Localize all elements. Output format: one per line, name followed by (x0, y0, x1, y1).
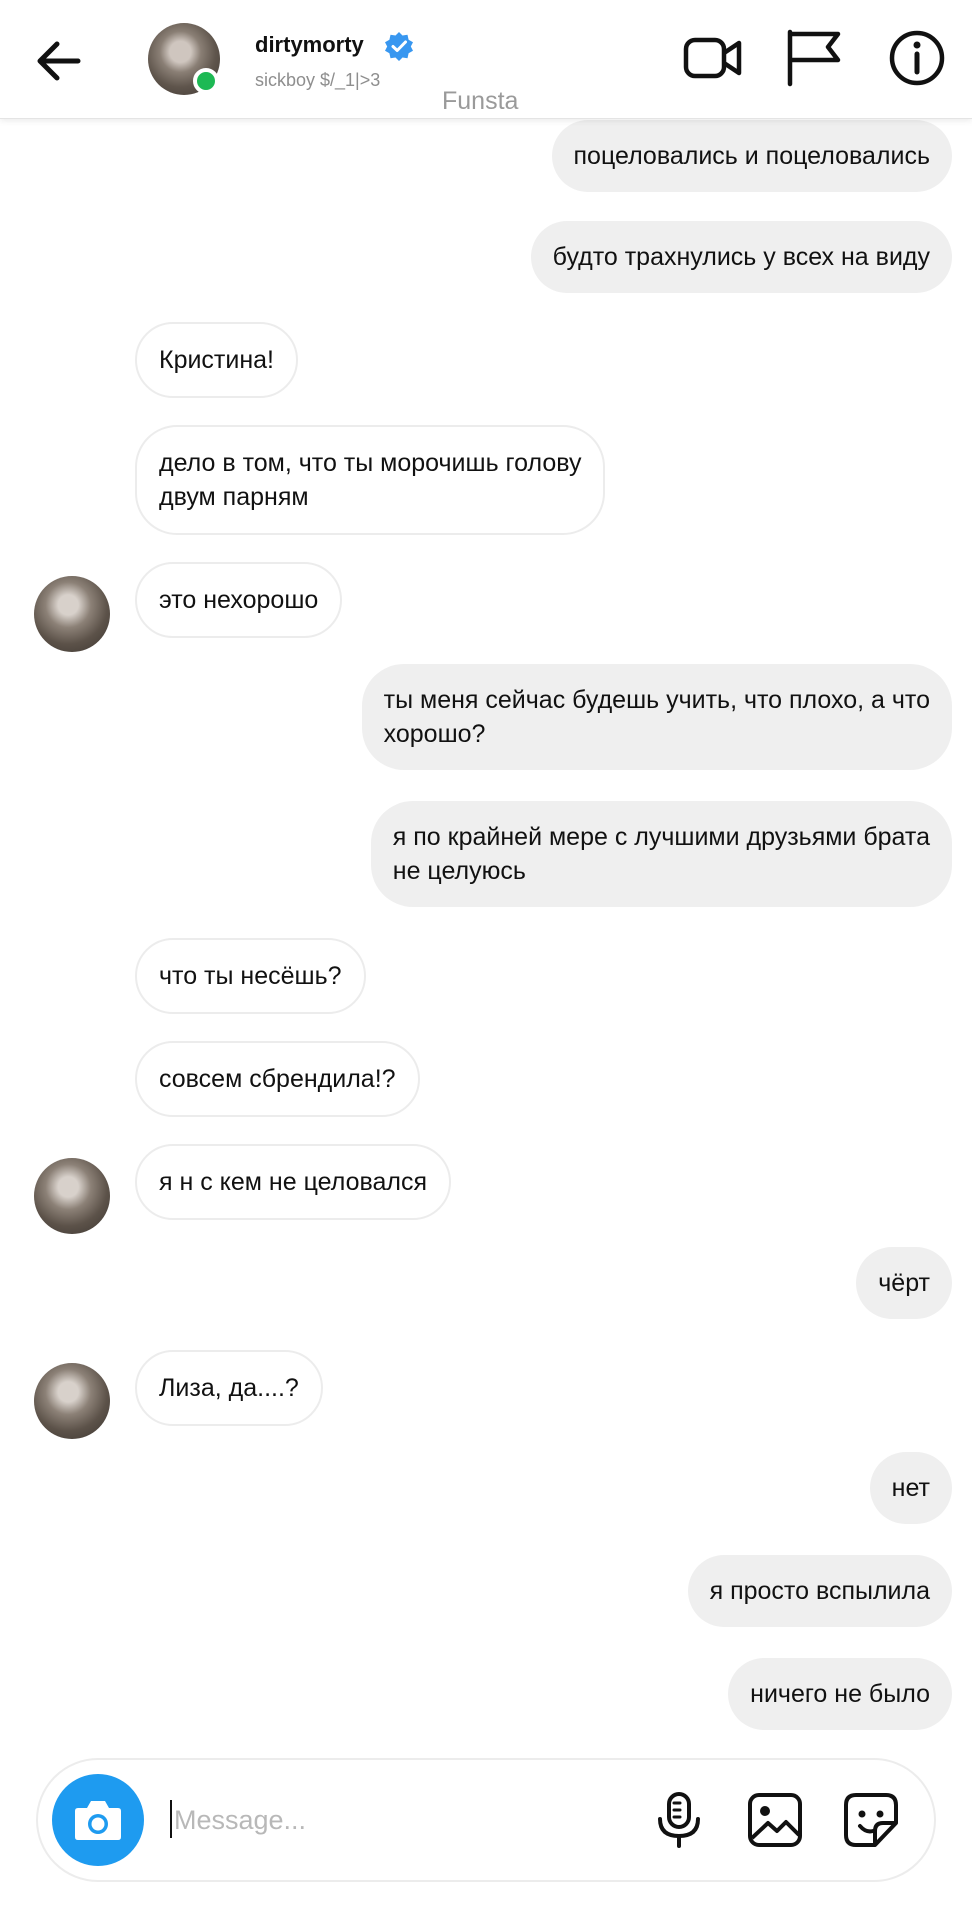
message-bubble-incoming[interactable]: это нехорошо (135, 562, 343, 638)
online-status-dot (193, 68, 219, 94)
microphone-icon[interactable] (650, 1790, 708, 1850)
message-bubble-incoming[interactable]: что ты несёшь? (135, 938, 366, 1014)
sender-avatar[interactable] (34, 1158, 110, 1234)
info-icon[interactable] (886, 27, 948, 89)
message-bubble-outgoing[interactable]: ты меня сейчас будешь учить, что плохо, … (361, 664, 952, 770)
message-line: ты меня сейчас будешь учить, что плохо, … (383, 686, 930, 714)
message-line: не целуюсь (392, 857, 526, 885)
flag-icon[interactable] (782, 27, 844, 89)
username[interactable]: dirtymorty (255, 32, 364, 58)
message-line: я просто вспылила (709, 1577, 930, 1605)
message-bubble-outgoing[interactable]: будто трахнулись у всех на виду (530, 221, 952, 293)
message-line: совсем сбрендила!? (159, 1065, 396, 1093)
message-line: я н с кем не целовался (159, 1168, 428, 1196)
message-bubble-outgoing[interactable]: чёрт (856, 1247, 952, 1319)
message-line: Лиза, да....? (159, 1374, 299, 1402)
user-subtitle: sickboy $/_1|>3 (255, 70, 381, 90)
back-arrow-icon[interactable] (30, 34, 90, 88)
message-line: хорошо? (383, 720, 486, 748)
message-line: это нехорошо (159, 586, 319, 614)
message-input[interactable] (172, 1798, 636, 1842)
verified-badge-icon (384, 31, 414, 61)
message-bubble-incoming[interactable]: дело в том, что ты морочишь голову двум … (135, 425, 606, 535)
message-bubble-outgoing[interactable]: я по крайней мере с лучшими друзьями бра… (370, 801, 952, 907)
message-bubble-outgoing[interactable]: нет (869, 1452, 952, 1524)
message-line: я по крайней мере с лучшими друзьями бра… (392, 823, 930, 851)
message-bubble-incoming[interactable]: Кристина! (135, 322, 299, 398)
message-line: поцеловались и поцеловались (573, 142, 930, 170)
sender-avatar[interactable] (34, 1363, 110, 1439)
message-bubble-outgoing[interactable]: поцеловались и поцеловались (551, 120, 952, 192)
message-line: дело в том, что ты морочишь голову (159, 449, 582, 477)
sender-avatar[interactable] (34, 576, 110, 652)
message-line: ничего не было (750, 1680, 930, 1708)
message-bubble-incoming[interactable]: совсем сбрендила!? (135, 1041, 420, 1117)
message-bubble-outgoing[interactable]: ничего не было (728, 1658, 952, 1730)
message-line: чёрт (878, 1269, 930, 1297)
gallery-icon[interactable] (746, 1790, 804, 1850)
message-bubble-outgoing[interactable]: я просто вспылила (687, 1555, 952, 1627)
camera-icon (75, 1801, 121, 1840)
account-label: Funsta (442, 87, 519, 115)
chat-header: dirtymorty sickboy $/_1|>3 Funsta (0, 0, 972, 119)
message-line: двум парням (159, 483, 309, 511)
message-line: Кристина! (159, 346, 275, 374)
message-bubble-incoming[interactable]: Лиза, да....? (135, 1350, 323, 1426)
message-line: что ты несёшь? (159, 962, 342, 990)
sticker-icon[interactable] (842, 1790, 900, 1850)
camera-button[interactable] (52, 1774, 144, 1866)
message-line: будто трахнулись у всех на виду (552, 243, 930, 271)
message-bubble-incoming[interactable]: я н с кем не целовался (135, 1144, 452, 1220)
message-line: нет (891, 1474, 930, 1502)
video-call-icon[interactable] (682, 27, 744, 89)
